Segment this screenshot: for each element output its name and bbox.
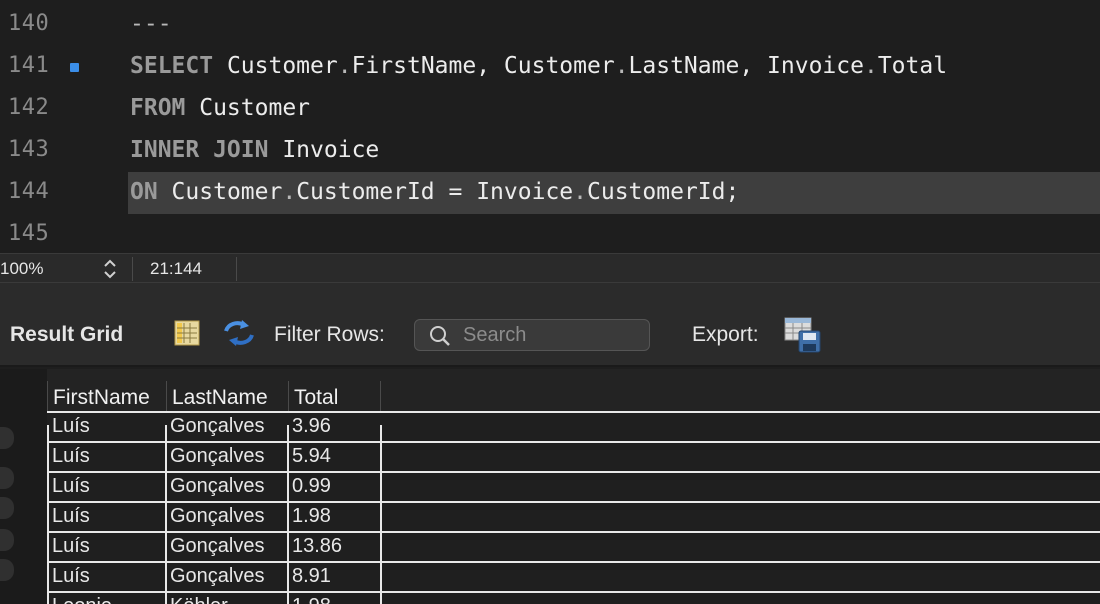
zoom-level: 100% (0, 259, 44, 278)
header-divider (380, 381, 381, 413)
filter-search-box[interactable] (414, 319, 650, 351)
sql-token: = Invoice (434, 179, 574, 205)
cell-lastname[interactable]: Gonçalves (165, 535, 265, 558)
sql-token: FirstName (351, 53, 477, 79)
cursor-position: 21:144 (150, 259, 202, 278)
table-row[interactable]: Luís Gonçalves 13.86 (47, 531, 1100, 561)
code-text: ON Customer.CustomerId = Invoice.Custome… (130, 179, 739, 205)
line-number: 142 (8, 95, 50, 120)
code-line[interactable]: 142 FROM Customer (0, 88, 1100, 130)
export-icon[interactable] (784, 317, 822, 353)
export-label: Export: (692, 323, 759, 346)
row-marker (0, 427, 14, 449)
table-row[interactable]: Luís Gonçalves 3.96 (47, 411, 1100, 441)
sql-token: , Customer (476, 53, 615, 79)
status-divider (236, 257, 237, 281)
sql-token: , Invoice (739, 53, 864, 79)
result-grid-tab[interactable]: Result Grid (10, 323, 123, 347)
cell-total[interactable]: 1.98 (287, 595, 331, 604)
code-text: FROM Customer (130, 95, 310, 121)
sql-token: Invoice (268, 137, 380, 163)
cell-lastname[interactable]: Gonçalves (165, 415, 265, 438)
grid-layout-icon[interactable] (174, 320, 200, 346)
sql-token: Total (877, 53, 948, 79)
cell-total[interactable]: 8.91 (287, 565, 331, 588)
sql-token: CustomerId (296, 179, 435, 205)
sql-token: Customer (157, 179, 283, 205)
sql-token: . (282, 179, 297, 205)
table-row[interactable]: Luís Gonçalves 5.94 (47, 441, 1100, 471)
result-toolbar: Result Grid Filter Rows: Export: (0, 283, 1100, 367)
statement-marker-icon (70, 63, 79, 72)
cell-firstname[interactable]: Luís (47, 565, 90, 588)
table-row[interactable]: Luís Gonçalves 0.99 (47, 471, 1100, 501)
cell-total[interactable]: 1.98 (287, 505, 331, 528)
row-marker (0, 529, 14, 551)
line-number: 141 (8, 53, 50, 78)
code-line[interactable]: 141 SELECT Customer.FirstName, Customer.L… (0, 46, 1100, 88)
row-marker (0, 559, 14, 581)
code-line[interactable]: 140 --- (0, 4, 1100, 46)
table-row[interactable]: Luís Gonçalves 1.98 (47, 501, 1100, 531)
table-row[interactable]: Leonie Köhler 1.98 (47, 591, 1100, 604)
column-line (380, 425, 382, 604)
code-line[interactable]: 143 INNER JOIN Invoice (0, 130, 1100, 172)
sql-keyword: ON (130, 179, 158, 205)
status-divider (132, 257, 133, 281)
cell-total[interactable]: 13.86 (287, 535, 342, 558)
sql-token: Customer (213, 53, 338, 79)
sql-keyword: FROM (130, 95, 186, 121)
sql-token: . (337, 53, 352, 79)
cell-firstname[interactable]: Luís (47, 505, 90, 528)
cell-total[interactable]: 3.96 (287, 415, 331, 438)
code-text: SELECT Customer.FirstName, Customer.Last… (130, 53, 947, 79)
column-line (287, 425, 289, 604)
row-marker (0, 497, 14, 519)
line-number: 140 (8, 11, 50, 36)
row-gutter (0, 369, 47, 604)
sql-keyword: INNER JOIN (130, 137, 269, 163)
cell-total[interactable]: 0.99 (287, 475, 331, 498)
cell-total[interactable]: 5.94 (287, 445, 331, 468)
result-grid[interactable]: FirstName LastName Total Luís Gonçalves 3.… (0, 369, 1100, 604)
line-number: 145 (8, 221, 50, 246)
search-icon (430, 326, 450, 346)
cell-lastname[interactable]: Gonçalves (165, 505, 265, 528)
line-number: 144 (8, 179, 50, 204)
code-line[interactable]: 144 ON Customer.CustomerId = Invoice.Cust… (0, 172, 1100, 214)
cell-lastname[interactable]: Gonçalves (165, 445, 265, 468)
code-text: INNER JOIN Invoice (130, 137, 379, 163)
refresh-icon[interactable] (222, 319, 256, 347)
sql-keyword: SELECT (130, 53, 214, 79)
table-row[interactable]: Luís Gonçalves 8.91 (47, 561, 1100, 591)
cell-firstname[interactable]: Luís (47, 535, 90, 558)
code-line[interactable]: 145 (0, 214, 1100, 253)
sql-token: --- (130, 11, 172, 37)
cell-lastname[interactable]: Gonçalves (165, 565, 265, 588)
sql-editor[interactable]: 140 --- 141 SELECT Customer.FirstName, Cust… (0, 0, 1100, 253)
column-line (165, 425, 167, 604)
row-marker (0, 467, 14, 489)
column-line (47, 425, 49, 604)
sql-token: . (863, 53, 878, 79)
filter-rows-label: Filter Rows: (274, 323, 385, 346)
code-text: --- (130, 11, 172, 37)
cell-firstname[interactable]: Luís (47, 445, 90, 468)
sql-token: CustomerId; (587, 179, 740, 205)
sql-token: . (614, 53, 629, 79)
sql-token: LastName (628, 53, 740, 79)
zoom-stepper-icon[interactable] (101, 258, 119, 280)
cell-firstname[interactable]: Leonie (47, 595, 112, 604)
cell-firstname[interactable]: Luís (47, 475, 90, 498)
sql-token: . (573, 179, 588, 205)
cell-firstname[interactable]: Luís (47, 415, 90, 438)
sql-token: Customer (185, 95, 311, 121)
cell-lastname[interactable]: Gonçalves (165, 475, 265, 498)
editor-status-bar: 100% 21:144 (0, 253, 1100, 283)
cell-lastname[interactable]: Köhler (165, 595, 228, 604)
search-input[interactable] (463, 323, 643, 347)
line-number: 143 (8, 137, 50, 162)
